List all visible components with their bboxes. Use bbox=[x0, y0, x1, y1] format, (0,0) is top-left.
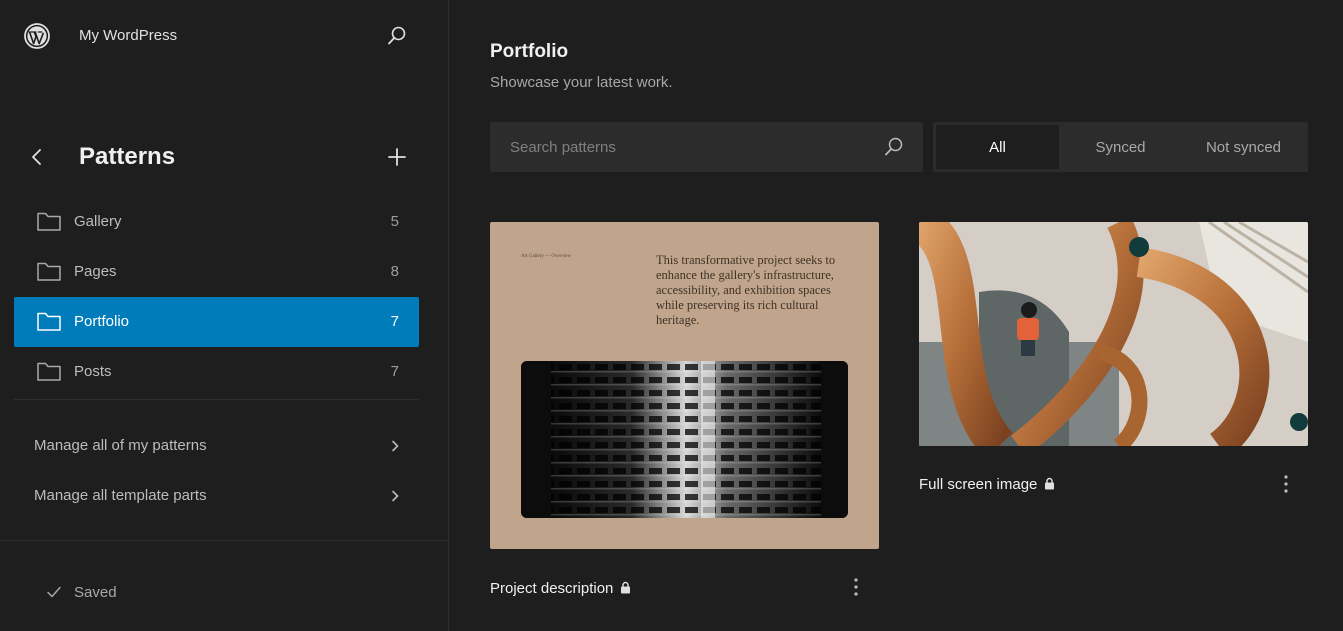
save-status-label: Saved bbox=[74, 584, 117, 601]
link-label: Manage all of my patterns bbox=[34, 437, 207, 454]
sidebar-item-portfolio[interactable]: Portfolio 7 bbox=[14, 297, 419, 347]
sidebar-title: Patterns bbox=[79, 143, 176, 170]
divider bbox=[0, 540, 449, 541]
sidebar-item-posts[interactable]: Posts 7 bbox=[14, 347, 419, 397]
site-name[interactable]: My WordPress bbox=[79, 27, 177, 44]
category-label: Posts bbox=[74, 363, 112, 380]
sidebar-item-gallery[interactable]: Gallery 5 bbox=[14, 197, 419, 247]
filter-not-synced[interactable]: Not synced bbox=[1182, 125, 1305, 169]
folder-icon bbox=[37, 262, 61, 281]
chevron-right-icon bbox=[392, 440, 399, 452]
patterns-header: Patterns bbox=[0, 130, 449, 184]
folder-icon bbox=[37, 212, 61, 231]
add-pattern-plus-icon[interactable] bbox=[385, 145, 409, 169]
sidebar: My WordPress Patterns Gallery 5 Pages 8 … bbox=[0, 0, 449, 631]
page-subtitle: Showcase your latest work. bbox=[490, 74, 673, 91]
pattern-title-text: Full screen image bbox=[919, 476, 1038, 493]
category-list: Gallery 5 Pages 8 Portfolio 7 Posts 7 bbox=[14, 197, 419, 397]
pattern-title[interactable]: Project description bbox=[490, 580, 631, 597]
category-count: 8 bbox=[390, 263, 399, 280]
search-icon bbox=[885, 137, 903, 156]
more-options-icon[interactable] bbox=[853, 577, 859, 597]
folder-icon bbox=[37, 312, 61, 331]
search-input[interactable]: Search patterns bbox=[490, 122, 923, 172]
preview-building-image bbox=[521, 361, 848, 518]
main-content: Portfolio Showcase your latest work. Sea… bbox=[450, 0, 1343, 631]
lock-icon bbox=[621, 581, 631, 594]
chevron-right-icon bbox=[392, 490, 399, 502]
category-label: Pages bbox=[74, 263, 117, 280]
folder-icon bbox=[37, 362, 61, 381]
manage-patterns-link[interactable]: Manage all of my patterns bbox=[14, 421, 419, 471]
search-icon[interactable] bbox=[386, 25, 408, 47]
wordpress-logo-icon[interactable] bbox=[24, 23, 50, 49]
pattern-preview-full-screen-image[interactable] bbox=[919, 222, 1308, 446]
checkmark-icon bbox=[47, 586, 61, 598]
more-options-icon[interactable] bbox=[1283, 474, 1289, 494]
category-count: 7 bbox=[390, 313, 399, 330]
filter-synced[interactable]: Synced bbox=[1059, 125, 1182, 169]
search-placeholder: Search patterns bbox=[510, 139, 616, 156]
link-label: Manage all template parts bbox=[34, 487, 207, 504]
manage-template-parts-link[interactable]: Manage all template parts bbox=[14, 471, 419, 521]
lock-icon bbox=[1045, 477, 1055, 490]
site-header: My WordPress bbox=[0, 0, 449, 72]
sidebar-item-pages[interactable]: Pages 8 bbox=[14, 247, 419, 297]
sync-filter-toggle: All Synced Not synced bbox=[933, 122, 1308, 172]
preview-small-caption: Art Gallery — Overview bbox=[521, 254, 572, 259]
divider bbox=[14, 399, 419, 400]
preview-paragraph: This transformative project seeks to enh… bbox=[656, 253, 836, 327]
pattern-title-text: Project description bbox=[490, 580, 614, 597]
category-label: Gallery bbox=[74, 213, 122, 230]
category-label: Portfolio bbox=[74, 313, 130, 330]
pattern-title[interactable]: Full screen image bbox=[919, 476, 1055, 493]
category-count: 7 bbox=[390, 363, 399, 380]
pattern-preview-project-description[interactable]: Art Gallery — Overview This transformati… bbox=[490, 222, 879, 549]
back-arrow-icon[interactable] bbox=[26, 146, 48, 168]
page-title: Portfolio bbox=[490, 41, 569, 62]
category-count: 5 bbox=[390, 213, 399, 230]
filter-all[interactable]: All bbox=[936, 125, 1059, 169]
